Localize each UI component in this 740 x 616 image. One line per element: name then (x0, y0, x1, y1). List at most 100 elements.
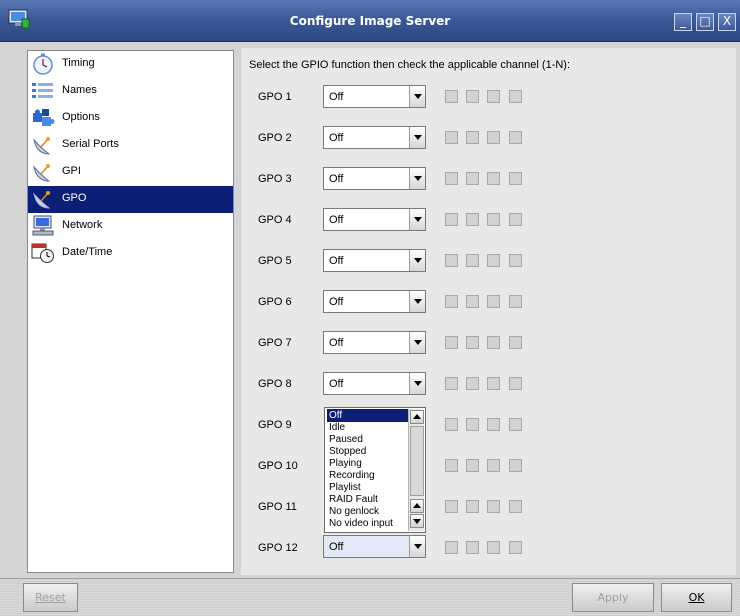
gpo-function-select[interactable]: Off (323, 85, 426, 108)
channel-checkbox[interactable] (487, 418, 500, 431)
settings-nav: Timing Names Options Serial Ports GPI GP… (27, 50, 234, 573)
channel-checkbox[interactable] (509, 459, 522, 472)
nav-item-date-time[interactable]: Date/Time (28, 240, 233, 267)
scrollbar-thumb[interactable] (410, 426, 424, 496)
nav-item-serial-ports[interactable]: Serial Ports (28, 132, 233, 159)
channel-checkbox[interactable] (445, 90, 458, 103)
channel-checkbox[interactable] (445, 500, 458, 513)
nav-item-options[interactable]: Options (28, 105, 233, 132)
nav-label: Options (62, 111, 100, 123)
maximize-button[interactable]: □ (696, 13, 714, 31)
channel-checkbox[interactable] (466, 377, 479, 390)
channel-checkbox[interactable] (487, 500, 500, 513)
channel-checkbox[interactable] (445, 295, 458, 308)
gpo-function-select[interactable]: Off (323, 167, 426, 190)
gpo-function-select[interactable]: Off (323, 290, 426, 313)
channel-checkbox[interactable] (509, 500, 522, 513)
channel-checkbox[interactable] (509, 131, 522, 144)
chevron-down-icon[interactable] (409, 373, 425, 394)
channel-checkbox[interactable] (466, 459, 479, 472)
nav-item-gpi[interactable]: GPI (28, 159, 233, 186)
channel-checkbox[interactable] (466, 418, 479, 431)
channel-checkbox[interactable] (487, 295, 500, 308)
chevron-down-icon[interactable] (409, 168, 425, 189)
dropdown-option[interactable]: No video input (327, 517, 409, 530)
channel-checkbox[interactable] (487, 459, 500, 472)
channel-checkbox[interactable] (445, 418, 458, 431)
chevron-down-icon[interactable] (409, 127, 425, 148)
channel-checkbox[interactable] (509, 418, 522, 431)
channel-checkbox[interactable] (509, 295, 522, 308)
channel-checkbox[interactable] (445, 172, 458, 185)
gpo-function-select[interactable]: Off (323, 535, 426, 558)
nav-item-gpo[interactable]: GPO (28, 186, 233, 213)
ok-button[interactable]: OK (661, 583, 732, 612)
channel-checkbox[interactable] (445, 254, 458, 267)
gpo-function-select[interactable]: Off (323, 372, 426, 395)
chevron-down-icon[interactable] (409, 332, 425, 353)
close-button[interactable]: X (718, 13, 736, 31)
channel-checkbox[interactable] (445, 131, 458, 144)
minimize-button[interactable]: _ (674, 13, 692, 31)
nav-item-names[interactable]: Names (28, 78, 233, 105)
channel-checkbox[interactable] (487, 172, 500, 185)
channel-checkbox[interactable] (466, 295, 479, 308)
channel-checkbox[interactable] (509, 254, 522, 267)
apply-button[interactable]: Apply (572, 583, 654, 612)
channel-checkbox[interactable] (509, 213, 522, 226)
nav-label: Timing (62, 57, 95, 69)
chevron-down-icon[interactable] (409, 536, 425, 557)
nav-label: Serial Ports (62, 138, 119, 150)
channel-checkbox[interactable] (466, 172, 479, 185)
channel-checkbox[interactable] (466, 500, 479, 513)
channel-checkbox[interactable] (509, 377, 522, 390)
chevron-down-icon[interactable] (409, 291, 425, 312)
channel-checkbox[interactable] (509, 90, 522, 103)
gpo-row-label: GPO 2 (258, 132, 292, 144)
gpo-row-label: GPO 8 (258, 378, 292, 390)
channel-checkbox[interactable] (509, 336, 522, 349)
select-value: Off (329, 214, 344, 226)
channel-checkbox[interactable] (445, 377, 458, 390)
nav-item-timing[interactable]: Timing (28, 51, 233, 78)
select-value: Off (329, 91, 344, 103)
reset-button[interactable]: Reset (23, 583, 78, 612)
channel-checkbox[interactable] (466, 336, 479, 349)
scroll-up-icon[interactable] (410, 410, 424, 424)
channel-checkbox[interactable] (487, 541, 500, 554)
gpo-function-select[interactable]: Off (323, 249, 426, 272)
channel-checkbox[interactable] (445, 213, 458, 226)
channel-checkbox[interactable] (487, 131, 500, 144)
gpo-function-select[interactable]: Off (323, 208, 426, 231)
select-value: Off (329, 173, 344, 185)
gpo-row-label: GPO 11 (258, 501, 297, 513)
scroll-down-icon[interactable] (410, 514, 424, 528)
channel-checkbox[interactable] (466, 213, 479, 226)
channel-checkbox[interactable] (466, 90, 479, 103)
chevron-down-icon[interactable] (409, 209, 425, 230)
channel-checkbox[interactable] (445, 459, 458, 472)
channel-checkbox[interactable] (487, 213, 500, 226)
channel-checkbox[interactable] (487, 336, 500, 349)
chevron-down-icon[interactable] (409, 86, 425, 107)
scroll-up-icon[interactable] (410, 499, 424, 513)
chevron-down-icon[interactable] (409, 250, 425, 271)
channel-checkbox[interactable] (509, 172, 522, 185)
gpo-function-dropdown-list[interactable]: Off Idle Paused Stopped Playing Recordin… (324, 407, 426, 533)
title-bar[interactable]: Configure Image Server _ □ X (0, 0, 740, 42)
channel-checkbox[interactable] (487, 90, 500, 103)
channel-checkbox[interactable] (445, 336, 458, 349)
select-value: Off (329, 255, 344, 267)
dropdown-scrollbar[interactable] (408, 409, 424, 531)
channel-checkbox[interactable] (466, 541, 479, 554)
channel-checkbox[interactable] (466, 131, 479, 144)
gpo-row-label: GPO 3 (258, 173, 292, 185)
channel-checkbox[interactable] (466, 254, 479, 267)
channel-checkbox[interactable] (509, 541, 522, 554)
channel-checkbox[interactable] (445, 541, 458, 554)
nav-item-network[interactable]: Network (28, 213, 233, 240)
gpo-function-select[interactable]: Off (323, 331, 426, 354)
channel-checkbox[interactable] (487, 254, 500, 267)
gpo-function-select[interactable]: Off (323, 126, 426, 149)
channel-checkbox[interactable] (487, 377, 500, 390)
